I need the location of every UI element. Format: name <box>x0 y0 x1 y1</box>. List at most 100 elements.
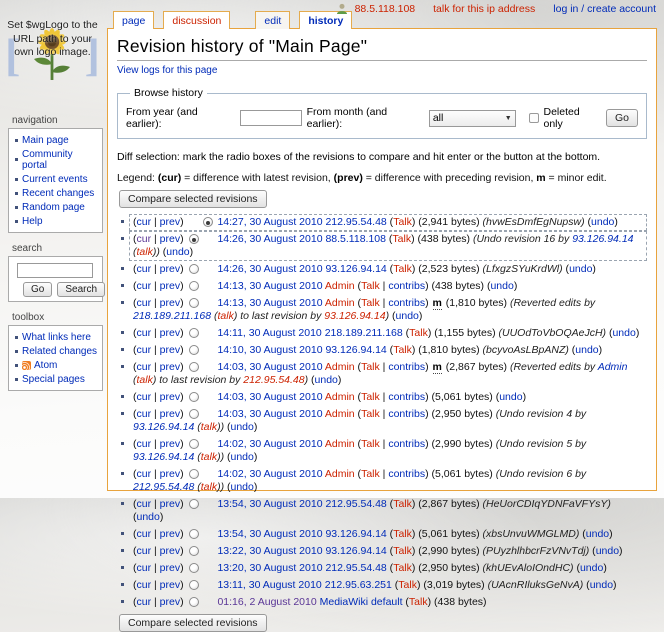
timestamp-link[interactable]: 13:22, 30 August 2010 <box>217 545 322 557</box>
timestamp-link[interactable]: 14:03, 30 August 2010 <box>217 391 322 403</box>
prev-link[interactable]: prev <box>160 280 180 292</box>
user-link[interactable]: MediaWiki default <box>320 596 403 608</box>
timestamp-link[interactable]: 14:02, 30 August 2010 <box>217 468 322 480</box>
prev-link[interactable]: prev <box>160 297 180 309</box>
user-link[interactable]: Admin <box>325 297 355 309</box>
talk-link[interactable]: Talk <box>361 408 380 420</box>
user-link[interactable]: 212.95.54.48 <box>325 216 386 228</box>
talk-link[interactable]: Talk <box>393 263 412 275</box>
timestamp-link[interactable]: 13:54, 30 August 2010 <box>217 498 322 510</box>
timestamp-link[interactable]: 14:26, 30 August 2010 <box>217 233 322 245</box>
timestamp-link[interactable]: 14:11, 30 August 2010 <box>217 327 321 339</box>
sidebar-link[interactable]: Random page <box>22 202 85 213</box>
sidebar-link[interactable]: Help <box>22 216 43 227</box>
oldid-radio[interactable] <box>189 546 199 556</box>
comment-talk-link[interactable]: talk <box>137 246 153 258</box>
login-link[interactable]: log in / create account <box>553 3 656 15</box>
timestamp-link[interactable]: 13:11, 30 August 2010 <box>217 579 321 591</box>
cur-link[interactable]: cur <box>137 545 152 557</box>
user-link[interactable]: 93.126.94.14 <box>325 344 386 356</box>
cur-link[interactable]: cur <box>137 327 152 339</box>
prev-link[interactable]: prev <box>160 596 180 608</box>
timestamp-link[interactable]: 14:13, 30 August 2010 <box>217 297 322 309</box>
user-link[interactable]: 93.126.94.14 <box>325 545 386 557</box>
user-link[interactable]: Admin <box>325 391 355 403</box>
undo-link[interactable]: undo <box>315 374 338 386</box>
talk-link[interactable]: Talk <box>393 344 412 356</box>
user-link[interactable]: 212.95.54.48 <box>325 498 386 510</box>
oldid-radio[interactable] <box>189 298 199 308</box>
undo-link[interactable]: undo <box>569 263 592 275</box>
toolbox-link[interactable]: Special pages <box>22 374 85 385</box>
toolbox-item-special-pages[interactable]: Special pages <box>13 372 100 386</box>
sidebar-item-current-events[interactable]: Current events <box>13 172 100 186</box>
undo-link[interactable]: undo <box>586 528 609 540</box>
timestamp-link[interactable]: 14:03, 30 August 2010 <box>217 408 322 420</box>
cur-link[interactable]: cur <box>137 297 152 309</box>
contribs-link[interactable]: contribs <box>388 361 425 373</box>
undo-link[interactable]: undo <box>580 562 603 574</box>
compare-selected-revisions-button-bottom[interactable]: Compare selected revisions <box>119 614 267 632</box>
undo-link[interactable]: undo <box>591 216 614 228</box>
sidebar-link[interactable]: Recent changes <box>22 188 94 199</box>
talk-link[interactable]: Talk <box>393 562 412 574</box>
cur-link[interactable]: cur <box>137 263 152 275</box>
talk-link[interactable]: Talk <box>393 498 412 510</box>
undo-link[interactable]: undo <box>231 451 254 463</box>
sidebar-item-community-portal[interactable]: Community portal <box>13 147 100 172</box>
user-page-link[interactable]: 88.5.118.108 <box>355 3 416 15</box>
undo-link[interactable]: undo <box>612 327 635 339</box>
sidebar-link[interactable]: Community portal <box>22 149 100 171</box>
talk-link[interactable]: Talk <box>393 545 412 557</box>
from-year-input[interactable] <box>240 110 302 126</box>
comment-user-link[interactable]: 93.126.94.14 <box>572 233 633 245</box>
prev-link[interactable]: prev <box>160 408 180 420</box>
diff-radio[interactable] <box>203 217 213 227</box>
oldid-radio[interactable] <box>189 345 199 355</box>
cur-link[interactable]: cur <box>137 344 152 356</box>
prev-link[interactable]: prev <box>160 233 180 245</box>
user-link[interactable]: Admin <box>325 438 355 450</box>
timestamp-link[interactable]: 14:02, 30 August 2010 <box>217 438 322 450</box>
timestamp-link[interactable]: 14:27, 30 August 2010 <box>217 216 322 228</box>
undo-link[interactable]: undo <box>231 421 254 433</box>
cur-link[interactable]: cur <box>137 361 152 373</box>
oldid-radio[interactable] <box>189 529 199 539</box>
prev-link[interactable]: prev <box>160 562 180 574</box>
cur-link[interactable]: cur <box>137 280 152 292</box>
comment-user-link[interactable]: 212.95.54.48 <box>243 374 304 386</box>
talk-link[interactable]: Talk <box>361 280 380 292</box>
oldid-radio[interactable] <box>189 469 199 479</box>
go-button[interactable]: Go <box>23 282 52 297</box>
comment-talk-link[interactable]: talk <box>137 374 153 386</box>
cur-link[interactable]: cur <box>137 498 152 510</box>
compare-selected-revisions-button[interactable]: Compare selected revisions <box>119 190 267 208</box>
oldid-radio[interactable] <box>189 439 199 449</box>
timestamp-link[interactable]: 13:54, 30 August 2010 <box>217 528 322 540</box>
contribs-link[interactable]: contribs <box>388 468 425 480</box>
talk-link[interactable]: Talk <box>398 579 417 591</box>
view-logs-link[interactable]: View logs for this page <box>117 65 217 76</box>
comment-user-link[interactable]: 93.126.94.14 <box>324 310 385 322</box>
prev-link[interactable]: prev <box>160 498 180 510</box>
undo-link[interactable]: undo <box>490 280 513 292</box>
comment-talk-link[interactable]: talk <box>217 310 233 322</box>
comment-user-link[interactable]: 93.126.94.14 <box>133 451 194 463</box>
user-link[interactable]: Admin <box>325 280 355 292</box>
search-button[interactable]: Search <box>57 282 105 297</box>
talk-link[interactable]: Talk <box>409 596 428 608</box>
cur-link[interactable]: cur <box>137 438 152 450</box>
toolbox-item-related-changes[interactable]: Related changes <box>13 344 100 358</box>
toolbox-link[interactable]: Atom <box>34 360 57 371</box>
oldid-radio[interactable] <box>189 362 199 372</box>
search-input[interactable] <box>17 263 93 278</box>
cur-link[interactable]: cur <box>137 233 152 245</box>
oldid-radio[interactable] <box>189 499 199 509</box>
user-link[interactable]: 212.95.54.48 <box>325 562 386 574</box>
toolbox-item-atom[interactable]: Atom <box>13 358 100 372</box>
sidebar-link[interactable]: Main page <box>22 135 69 146</box>
prev-link[interactable]: prev <box>160 545 180 557</box>
comment-user-link[interactable]: 218.189.211.168 <box>133 310 211 322</box>
deleted-only-checkbox[interactable] <box>529 113 539 123</box>
cur-link[interactable]: cur <box>137 528 152 540</box>
